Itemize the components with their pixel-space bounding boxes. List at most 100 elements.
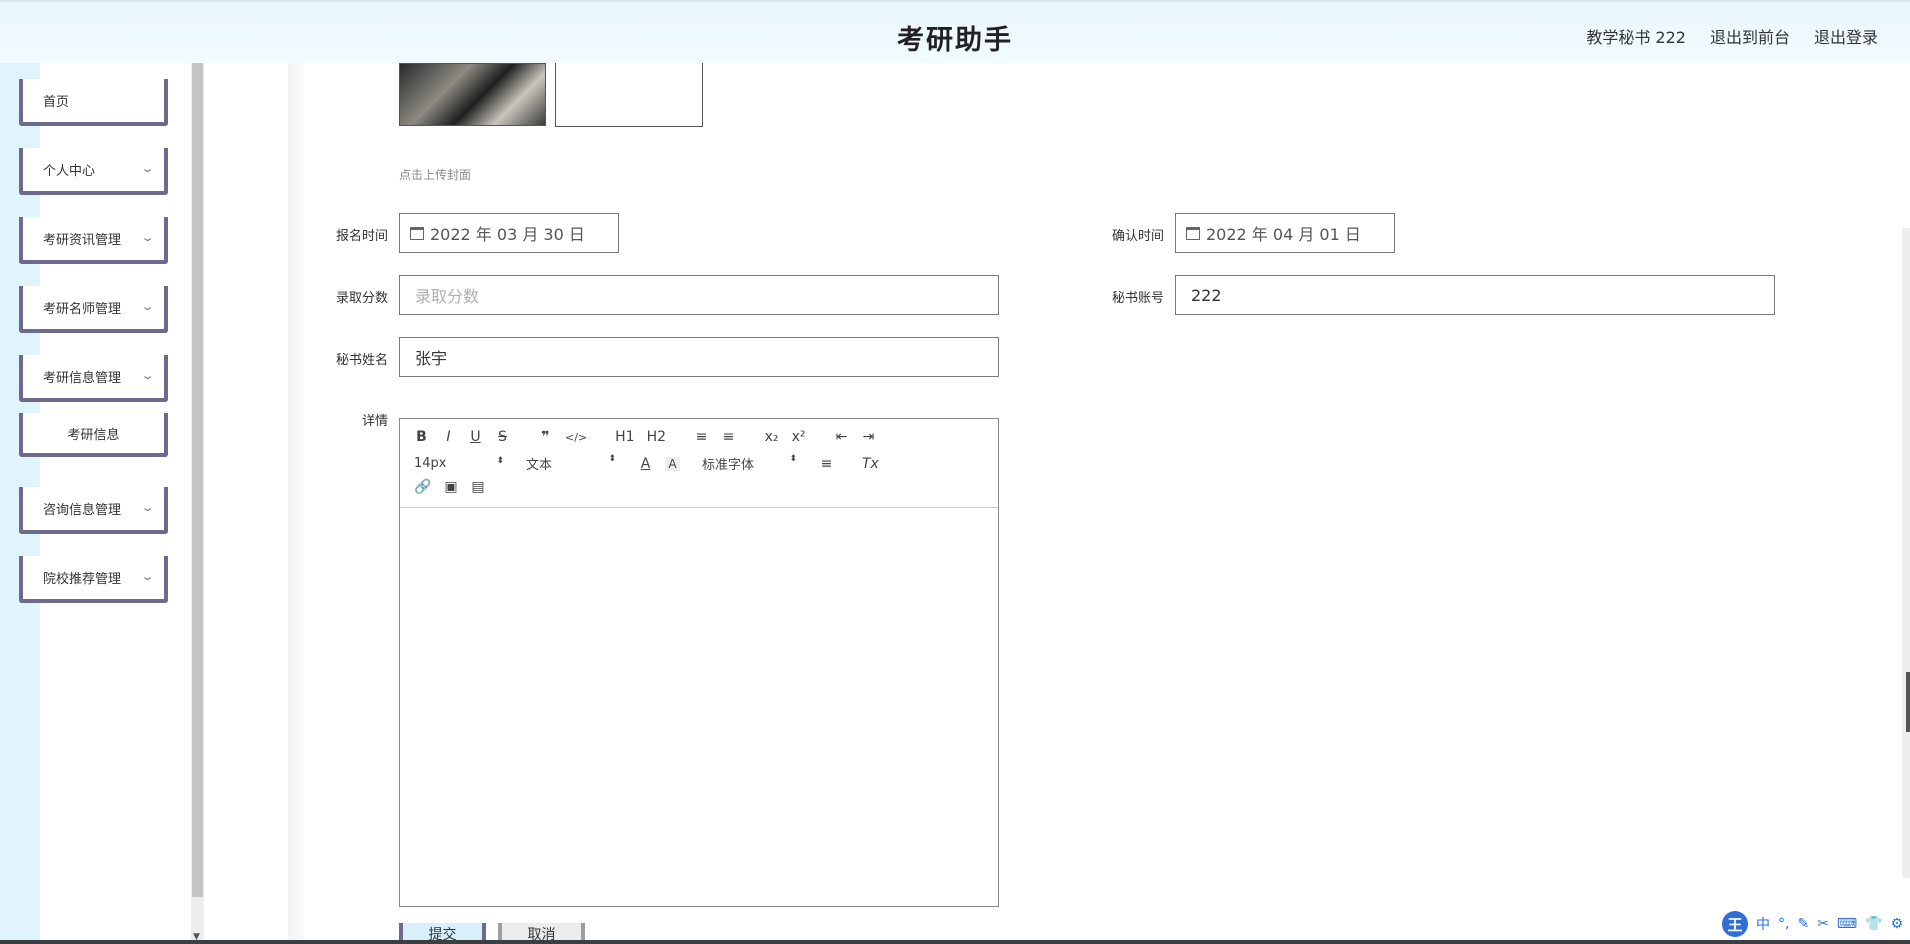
- confirm-time-field[interactable]: 2022 年 04 月 01 日: [1175, 213, 1395, 253]
- signup-time-label: 报名时间: [335, 229, 388, 244]
- sidebar-item-label: 院校推荐管理: [43, 572, 122, 587]
- heading2-button[interactable]: H2: [647, 429, 666, 445]
- subscript-button[interactable]: x₂: [764, 429, 779, 445]
- details-label: 详情: [361, 414, 388, 429]
- sidebar-item-personal-center[interactable]: 个人中心 ⌄: [19, 148, 168, 195]
- background-color-button[interactable]: A: [665, 456, 680, 471]
- sidebar-subitem-info[interactable]: 考研信息: [19, 413, 168, 457]
- punctuation-icon[interactable]: °,: [1778, 916, 1789, 932]
- header-actions: 教学秘书 222 退出到前台 退出登录: [1586, 24, 1878, 48]
- sidebar-item-news-management[interactable]: 考研资讯管理 ⌄: [19, 217, 168, 264]
- blockquote-button[interactable]: ❞: [538, 429, 553, 445]
- secretary-account-label: 秘书账号: [1111, 291, 1164, 306]
- sidebar-item-label: 考研资讯管理: [43, 233, 122, 248]
- confirm-time-label: 确认时间: [1111, 229, 1164, 244]
- logout-link[interactable]: 退出登录: [1814, 24, 1878, 48]
- toolbar-row-3: 🔗 ▣ ▤: [414, 479, 497, 495]
- skin-icon[interactable]: 👕: [1865, 916, 1882, 932]
- bottom-edge: [0, 940, 1910, 944]
- pen-icon[interactable]: ✎: [1797, 916, 1809, 932]
- sidebar-item-info-management[interactable]: 考研信息管理 ⌄: [19, 355, 168, 402]
- select-arrows-icon: ⬍: [496, 456, 504, 466]
- confirm-time-value: 2022 年 04 月 01 日: [1206, 225, 1361, 244]
- sidebar-item-consult-management[interactable]: 咨询信息管理 ⌄: [19, 487, 168, 534]
- bold-button[interactable]: B: [414, 429, 429, 445]
- link-icon[interactable]: 🔗: [414, 479, 431, 495]
- editor-content-area[interactable]: [400, 508, 998, 906]
- image-icon[interactable]: ▣: [443, 479, 458, 495]
- clear-format-button[interactable]: Tx: [862, 456, 879, 472]
- italic-button[interactable]: I: [441, 429, 456, 445]
- main-scrollbar[interactable]: [1902, 228, 1910, 878]
- main-scroll-thumb[interactable]: [1906, 672, 1910, 732]
- chevron-down-icon: ⌄: [140, 300, 155, 313]
- settings-gear-icon[interactable]: ⚙: [1891, 916, 1904, 932]
- sidebar-item-label: 首页: [43, 95, 70, 110]
- editor-toolbar: B I U S ❞ </> H1 H2 ≡ ≡ x₂ x² ⇤ ⇥ 14px ⬍ …: [400, 419, 998, 508]
- heading1-button[interactable]: H1: [615, 429, 634, 445]
- background-strip: [288, 63, 304, 944]
- strikethrough-button[interactable]: S: [495, 429, 510, 445]
- sidebar-item-label: 个人中心: [43, 164, 96, 179]
- score-input[interactable]: 录取分数: [399, 275, 999, 315]
- scissors-icon[interactable]: ✂: [1817, 916, 1829, 932]
- select-arrows-icon: ⬍: [608, 454, 616, 464]
- cover-image[interactable]: [399, 63, 546, 126]
- sidebar-item-school-recommend[interactable]: 院校推荐管理 ⌄: [19, 556, 168, 603]
- font-family-value: 标准字体: [702, 458, 755, 473]
- outdent-button[interactable]: ⇤: [834, 429, 849, 445]
- sidebar-scroll-thumb[interactable]: [192, 63, 203, 897]
- sidebar: 首页 个人中心 ⌄ 考研资讯管理 ⌄ 考研名师管理 ⌄ 考研信息管理 ⌄ 考研信…: [0, 63, 191, 944]
- cover-upload-hint[interactable]: 点击上传封面: [399, 166, 471, 183]
- secretary-name-value: 张宇: [415, 349, 448, 368]
- signup-time-field[interactable]: 2022 年 03 月 30 日: [399, 213, 619, 253]
- video-icon[interactable]: ▤: [470, 479, 485, 495]
- chevron-down-icon: ⌄: [140, 570, 155, 583]
- sidebar-item-label: 考研信息管理: [43, 371, 122, 386]
- secretary-account-input[interactable]: 222: [1175, 275, 1775, 315]
- keyboard-icon[interactable]: ⌨: [1837, 916, 1857, 932]
- format-select[interactable]: 文本 ⬍: [526, 454, 616, 473]
- chevron-down-icon: ⌄: [140, 162, 155, 175]
- code-block-button[interactable]: </>: [565, 431, 587, 444]
- font-family-select[interactable]: 标准字体 ⬍: [702, 454, 797, 473]
- toolbar-row-1: B I U S ❞ </> H1 H2 ≡ ≡ x₂ x² ⇤ ⇥: [414, 429, 888, 445]
- secretary-name-input[interactable]: 张宇: [399, 337, 999, 377]
- underline-button[interactable]: U: [468, 429, 483, 445]
- calendar-icon: [1186, 226, 1200, 240]
- indent-button[interactable]: ⇥: [861, 429, 876, 445]
- sidebar-item-teacher-management[interactable]: 考研名师管理 ⌄: [19, 286, 168, 333]
- format-value: 文本: [526, 458, 553, 473]
- ime-mode[interactable]: 中: [1756, 914, 1770, 934]
- sidebar-item-label: 考研名师管理: [43, 302, 122, 317]
- sidebar-item-home[interactable]: 首页: [19, 79, 168, 126]
- calendar-icon: [410, 226, 424, 240]
- ime-logo[interactable]: 王: [1722, 911, 1748, 937]
- sidebar-item-label: 考研信息: [67, 427, 120, 443]
- current-user: 教学秘书 222: [1586, 28, 1686, 47]
- chevron-down-icon: ⌄: [140, 369, 155, 382]
- font-color-button[interactable]: A: [638, 456, 653, 472]
- back-to-front-link[interactable]: 退出到前台: [1710, 24, 1790, 48]
- top-header: 考研助手 教学秘书 222 退出到前台 退出登录: [0, 0, 1910, 63]
- cover-upload-box[interactable]: [555, 63, 703, 127]
- sidebar-scrollbar[interactable]: ▼: [191, 63, 204, 944]
- font-size-value: 14px: [414, 456, 447, 471]
- sidebar-item-label: 咨询信息管理: [43, 503, 122, 518]
- bullet-list-button[interactable]: ≡: [721, 429, 736, 445]
- superscript-button[interactable]: x²: [791, 429, 806, 445]
- secretary-account-value: 222: [1191, 285, 1222, 305]
- ime-toolbar: 王 中 °, ✎ ✂ ⌨ 👕 ⚙: [1722, 911, 1903, 937]
- chevron-down-icon: ⌄: [140, 501, 155, 514]
- rich-text-editor[interactable]: B I U S ❞ </> H1 H2 ≡ ≡ x₂ x² ⇤ ⇥ 14px ⬍ …: [399, 418, 999, 907]
- signup-time-value: 2022 年 03 月 30 日: [430, 225, 585, 244]
- font-size-select[interactable]: 14px ⬍: [414, 456, 504, 471]
- select-arrows-icon: ⬍: [789, 454, 797, 464]
- ordered-list-button[interactable]: ≡: [694, 429, 709, 445]
- score-placeholder: 录取分数: [415, 287, 480, 306]
- chevron-down-icon: ⌄: [140, 231, 155, 244]
- secretary-name-label: 秘书姓名: [335, 353, 388, 368]
- score-label: 录取分数: [335, 291, 388, 306]
- align-button[interactable]: ≡: [819, 456, 834, 472]
- toolbar-row-2: 14px ⬍ 文本 ⬍ A A 标准字体 ⬍ ≡ Tx: [414, 454, 891, 473]
